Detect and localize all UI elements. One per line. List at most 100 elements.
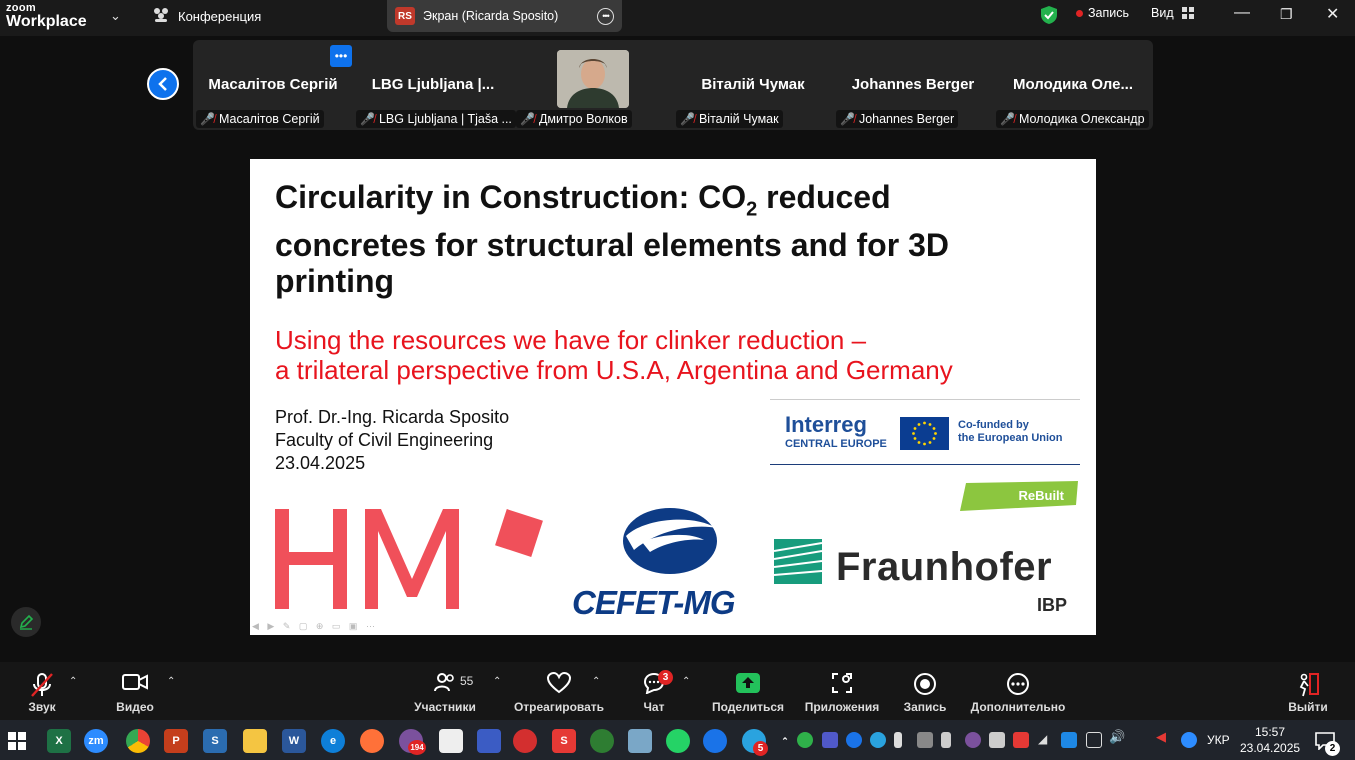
webex-icon[interactable] — [703, 729, 727, 753]
participant-tile[interactable]: Масалітов Сергій 🎤̸ Масалітов Сергій — [193, 40, 353, 130]
more-button[interactable]: Дополнительно — [971, 662, 1065, 720]
s-app-icon[interactable]: S — [203, 729, 227, 753]
chevron-down-icon[interactable]: ⌄ — [110, 8, 121, 24]
share-screen-icon — [736, 673, 760, 693]
mic-muted-tray-icon[interactable]: ◀ — [1156, 729, 1172, 745]
network-tray-icon[interactable] — [1061, 732, 1077, 748]
chrome-icon[interactable] — [126, 729, 150, 753]
participant-tile[interactable]: LBG Ljubljana |... 🎤̸ LBG Ljubljana | Tja… — [353, 40, 516, 130]
mic-tray-icon[interactable] — [894, 732, 902, 748]
language-indicator[interactable]: УКР — [1207, 733, 1230, 747]
minimize-icon[interactable]: — — [1234, 4, 1250, 22]
participant-label-text: Johannes Berger — [858, 112, 955, 126]
recording-label: Запись — [1088, 6, 1130, 20]
zoom-taskbar-icon[interactable]: zm — [84, 729, 108, 753]
encryption-shield-icon[interactable] — [1040, 5, 1058, 30]
tray-scroll-icon[interactable]: ⌃ — [780, 729, 790, 753]
s-red-app-icon[interactable]: S — [552, 729, 576, 753]
system-clock[interactable]: 15:57 23.04.2025 — [1240, 724, 1300, 756]
tray-app-icon[interactable] — [797, 732, 813, 748]
battery-tray-icon[interactable] — [989, 732, 1005, 748]
meeting-menu-label: Конференция — [178, 9, 262, 24]
ibp-text: IBP — [1037, 595, 1068, 615]
annotate-pen-button[interactable] — [11, 607, 41, 637]
interreg-text: Interreg — [785, 412, 867, 437]
screen-share-label: Экран (Ricarda Sposito) — [423, 9, 559, 23]
viber-tray-icon[interactable] — [965, 732, 981, 748]
title-subscript: 2 — [746, 198, 758, 221]
slide-date: 23.04.2025 — [275, 453, 366, 473]
recording-indicator[interactable]: Запись — [1076, 6, 1129, 20]
mic-muted-icon: 🎤̸ — [1000, 112, 1015, 126]
participants-button[interactable]: Участники — [412, 662, 478, 720]
gallery-back-button[interactable] — [147, 68, 179, 100]
telegram-badge: 5 — [753, 741, 768, 756]
participant-tile[interactable]: Johannes Berger 🎤̸ Johannes Berger — [833, 40, 993, 130]
participant-label-text: Масалітов Сергій — [218, 112, 320, 126]
eu-flag-icon — [900, 417, 949, 450]
file-explorer-icon[interactable] — [243, 729, 267, 753]
powerpoint-icon[interactable]: P — [164, 729, 188, 753]
meeting-menu[interactable]: Конференция — [152, 7, 261, 26]
more-options-icon[interactable]: ••• — [597, 7, 614, 25]
webex-tray-icon[interactable] — [846, 732, 862, 748]
participant-tile[interactable]: Віталій Чумак 🎤̸ Віталій Чумак — [673, 40, 833, 130]
word-icon[interactable]: W — [282, 729, 306, 753]
excel-icon[interactable]: X — [47, 729, 71, 753]
chrome-profile-icon[interactable] — [590, 729, 614, 753]
close-icon[interactable]: ✕ — [1326, 4, 1339, 24]
cefet-mg-text: CEFET-MG — [572, 584, 735, 621]
share-screen-button[interactable]: Поделиться — [708, 662, 788, 720]
whatsapp-icon[interactable] — [666, 729, 690, 753]
apps-label: Приложения — [804, 700, 880, 714]
zoom-tray-icon[interactable] — [1181, 732, 1197, 748]
leave-button[interactable]: Выйти — [1286, 662, 1330, 720]
mic-muted-icon: 🎤̸ — [520, 112, 535, 126]
firefox-icon[interactable] — [360, 729, 384, 753]
teams-tray-icon[interactable] — [822, 732, 838, 748]
display-tray-icon[interactable] — [917, 732, 933, 748]
view-menu[interactable]: Вид — [1151, 6, 1194, 20]
participants-count: 55 — [460, 674, 474, 688]
fraunhofer-text: Fraunhofer — [836, 545, 1053, 589]
participant-tile[interactable]: Молодика Оле... 🎤̸ Молодика Олександр — [993, 40, 1153, 130]
volume-icon[interactable]: 🔊 — [1109, 729, 1125, 745]
windows-start-icon[interactable] — [5, 729, 29, 753]
hm-logo: HM — [275, 509, 543, 609]
participant-tile[interactable]: 🎤̸ Дмитро Волков — [513, 40, 673, 130]
participant-label-text: Дмитро Волков — [538, 112, 628, 126]
edge-icon[interactable]: e — [321, 729, 345, 753]
video-options-caret[interactable]: ⌃ — [167, 676, 175, 687]
clock-time: 15:57 — [1254, 725, 1286, 739]
participant-label-text: Молодика Олександр — [1018, 112, 1145, 126]
telegram-tray-icon[interactable] — [870, 732, 886, 748]
pen-icon — [19, 614, 34, 630]
participants-options-caret[interactable]: ⌃ — [493, 676, 501, 687]
screen-share-pill[interactable]: RS Экран (Ricarda Sposito) ••• — [387, 0, 622, 32]
usb-tray-icon[interactable] — [941, 732, 951, 748]
participant-label: 🎤̸ Віталій Чумак — [676, 110, 783, 128]
participant-label: 🎤̸ LBG Ljubljana | Tjaša ... — [356, 110, 516, 128]
react-button[interactable]: Отреагировать — [514, 662, 604, 720]
record-button[interactable]: Запись — [902, 662, 948, 720]
clock-date: 23.04.2025 — [1240, 741, 1301, 755]
archive-icon[interactable] — [628, 729, 652, 753]
notepad-icon[interactable] — [439, 729, 463, 753]
s-tray-icon[interactable] — [1013, 732, 1029, 748]
participant-label: 🎤̸ Молодика Олександр — [996, 110, 1149, 128]
participant-label-text: LBG Ljubljana | Tjaša ... — [378, 112, 512, 126]
restore-icon[interactable]: ❐ — [1280, 6, 1293, 23]
audio-options-caret[interactable]: ⌃ — [69, 676, 77, 687]
webcam-tray-icon[interactable] — [1086, 732, 1102, 748]
audio-button[interactable]: Звук — [18, 662, 66, 720]
save-app-icon[interactable] — [477, 729, 501, 753]
video-button[interactable]: Видео — [112, 662, 158, 720]
apps-button[interactable]: Приложения — [802, 662, 882, 720]
meeting-toolbar: Звук ⌃ Видео ⌃ Участники 55 ⌃ Отреагиров… — [0, 662, 1355, 720]
anydesk-icon[interactable] — [513, 729, 537, 753]
slide-navigation-controls[interactable]: ◀ ▶ ✎ ▢ ⊕ ▭ ▣ ⋯ — [252, 621, 378, 632]
react-options-caret[interactable]: ⌃ — [592, 676, 600, 687]
chevron-left-icon — [158, 77, 167, 91]
chat-options-caret[interactable]: ⌃ — [682, 676, 690, 687]
wifi-icon[interactable]: ◢ — [1038, 732, 1054, 748]
